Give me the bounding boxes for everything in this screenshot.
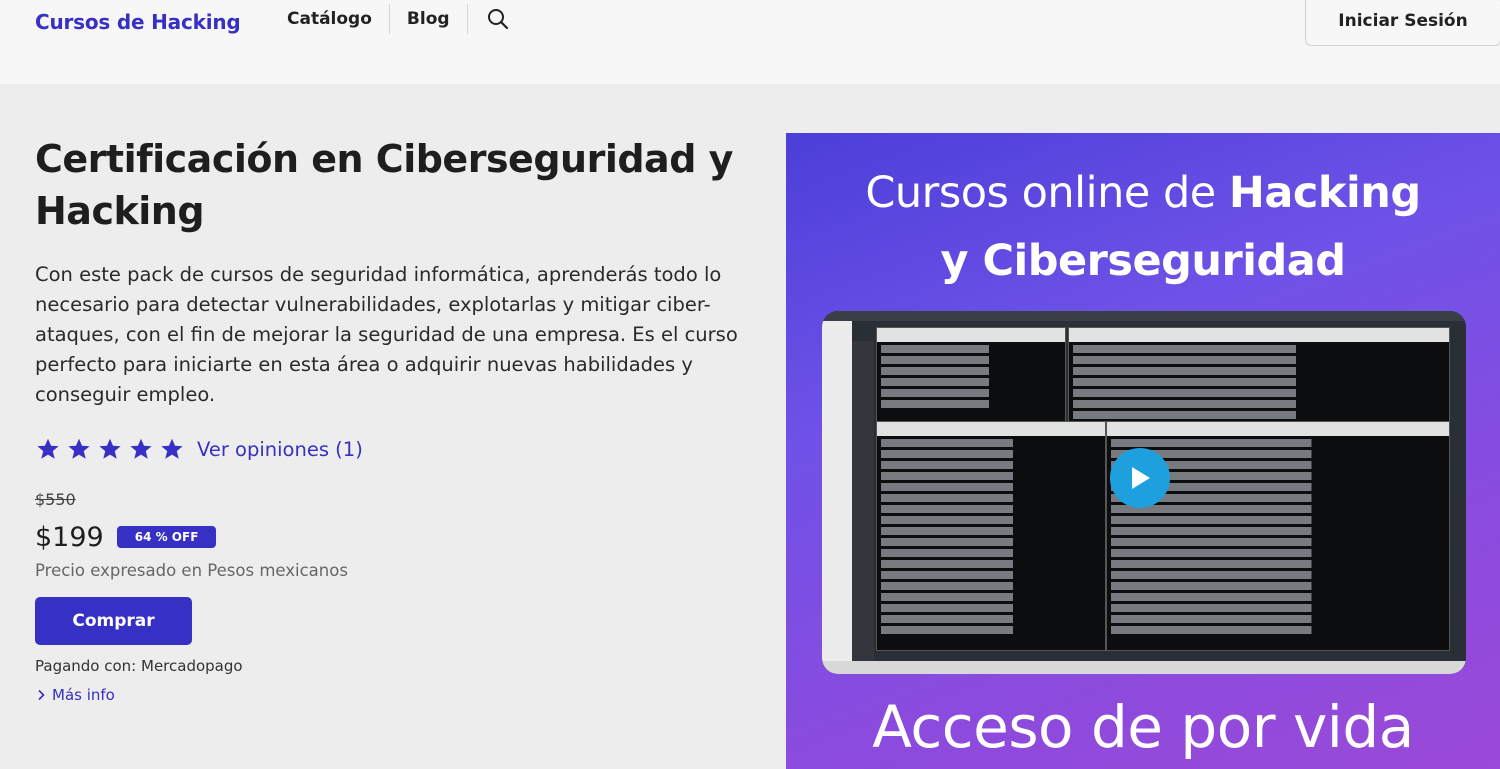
current-price: $199 [35,521,104,553]
media-footer-text: Acceso de por vida [872,693,1414,761]
top-header: Cursos de Hacking Catálogo Blog Iniciar … [0,0,1500,84]
chevron-right-icon [38,689,45,701]
reviews-link[interactable]: Ver opiniones (1) [197,438,363,461]
login-button[interactable]: Iniciar Sesión [1305,0,1500,46]
nav-blog[interactable]: Blog [390,4,468,34]
more-info-link[interactable]: Más info [36,686,115,704]
price-note: Precio expresado en Pesos mexicanos [35,561,348,580]
star-icon [37,438,59,459]
star-icon [99,438,121,459]
price-row: $199 64 % OFF [35,518,217,556]
star-icon [161,438,183,459]
terminal-window [876,421,1106,651]
buy-button[interactable]: Comprar [35,597,192,645]
rating-stars [35,436,185,462]
search-icon[interactable] [468,4,528,34]
media-title-line1: Cursos online de Hacking [786,168,1500,218]
search-icon-glyph [487,9,508,30]
discount-badge: 64 % OFF [116,526,217,548]
screen-taskbar [822,661,1466,674]
more-info-label: Más info [52,686,115,704]
star-icon [68,438,90,459]
product-description: Con este pack de cursos de seguridad inf… [35,263,738,406]
original-price: $550 [35,490,76,509]
terminal-titlebar [1069,328,1449,342]
screen-top-bar [822,311,1466,321]
screen-dock [852,341,874,661]
terminal-titlebar [1107,422,1449,436]
page-title: Certificación en Ciberseguridad y Hackin… [35,137,733,233]
media-title-bold: Hacking [1228,168,1421,218]
terminal-output [877,342,1065,414]
play-button[interactable] [1110,448,1170,508]
main-nav: Catálogo Blog [270,0,528,38]
media-title-regular: Cursos online de [865,168,1229,218]
course-video-panel[interactable]: Cursos online de Hacking y Cibersegurida… [786,133,1500,769]
media-title-line2: y Ciberseguridad [940,236,1346,286]
terminal-output [877,436,1105,640]
screen-sidebar [822,321,852,661]
rating-row: Ver opiniones (1) [35,434,363,464]
terminal-titlebar [877,422,1105,436]
payment-method: Pagando con: Mercadopago [35,657,243,675]
play-icon [1132,467,1150,489]
brand-logo[interactable]: Cursos de Hacking [35,10,241,34]
nav-catalogo[interactable]: Catálogo [270,4,390,34]
terminal-output [1069,342,1449,425]
terminal-titlebar [877,328,1065,342]
terminal-window [876,327,1066,423]
star-icon [130,438,152,459]
video-thumbnail[interactable] [822,311,1466,674]
